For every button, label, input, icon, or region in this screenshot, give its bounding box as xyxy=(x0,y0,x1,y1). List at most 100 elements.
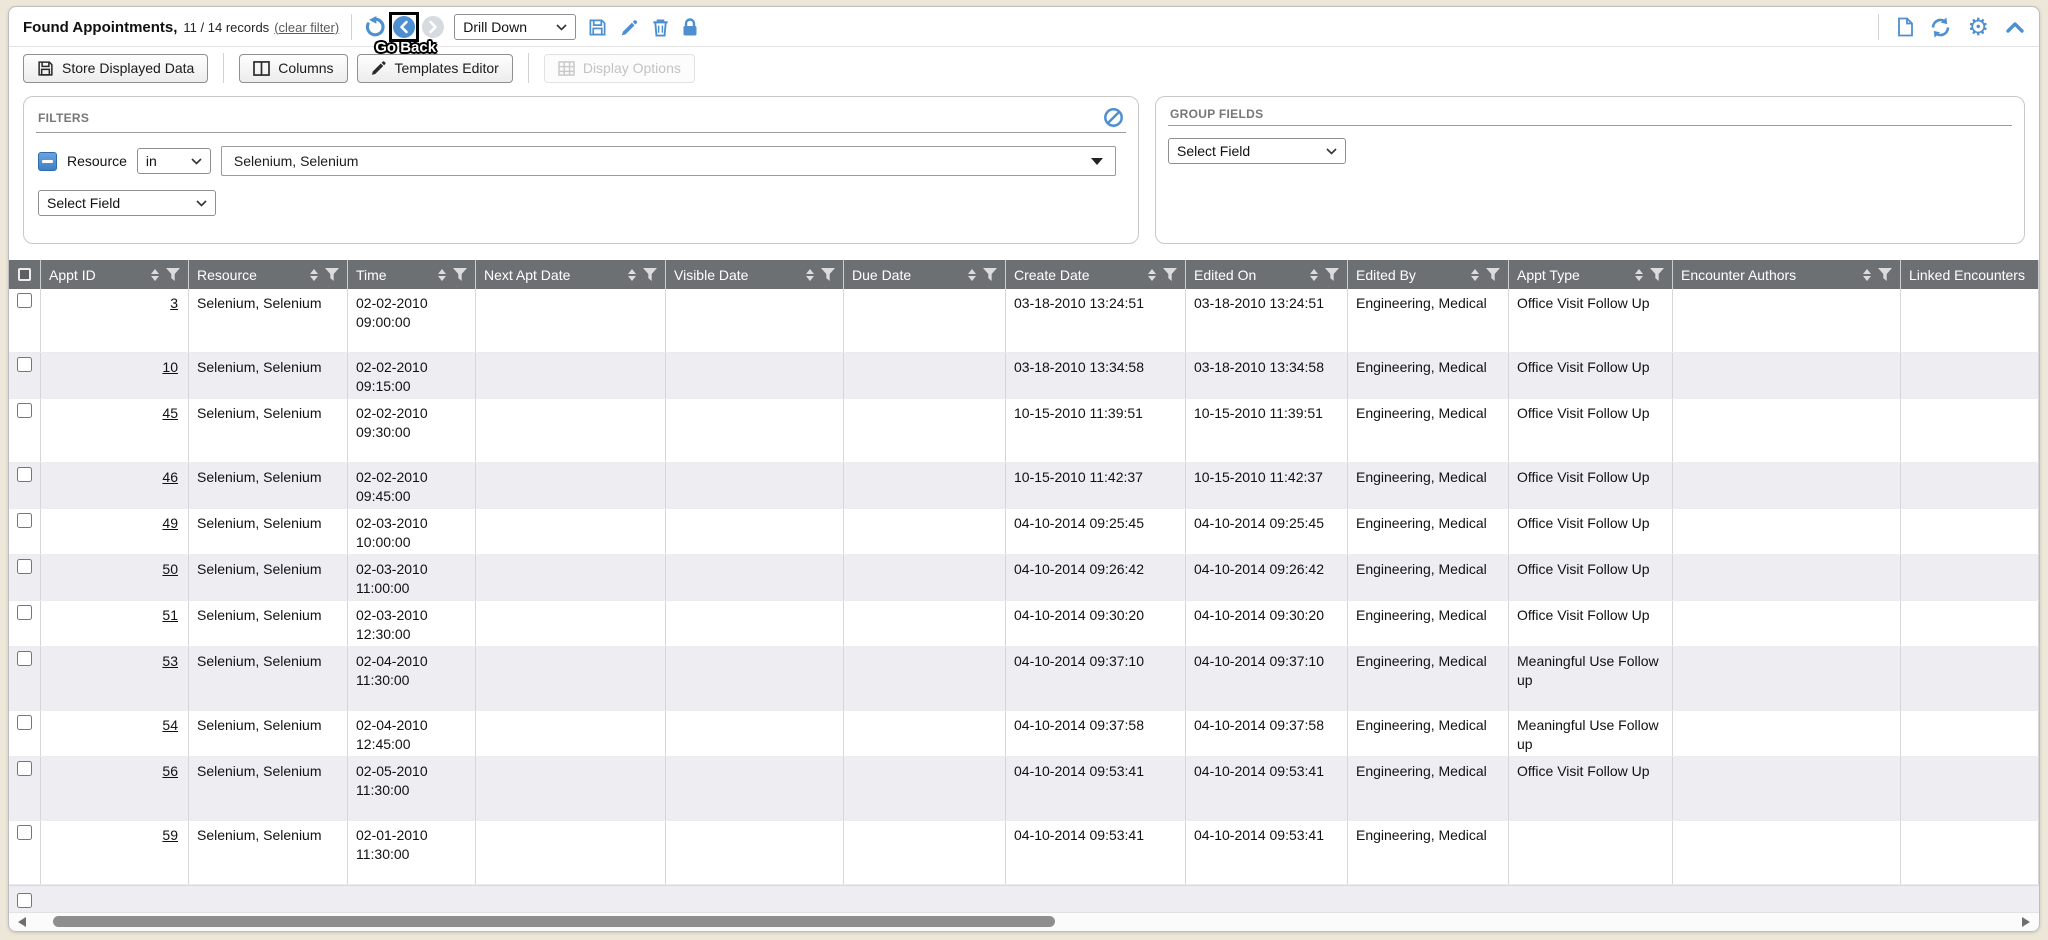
appt-id-link[interactable]: 56 xyxy=(162,763,178,779)
filter-funnel-icon[interactable] xyxy=(1878,268,1892,281)
horizontal-scrollbar[interactable] xyxy=(9,912,2039,931)
scroll-left-arrow[interactable] xyxy=(18,917,26,927)
appt-id-link[interactable]: 45 xyxy=(162,405,178,421)
column-header-label: Encounter Authors xyxy=(1681,267,1796,283)
sort-icon[interactable] xyxy=(1863,269,1871,281)
filter-funnel-icon[interactable] xyxy=(643,268,657,281)
select-all-checkbox[interactable] xyxy=(18,268,31,281)
column-header-appt_id[interactable]: Appt ID xyxy=(41,260,189,289)
undo-icon[interactable] xyxy=(364,16,386,38)
appt-id-link[interactable]: 50 xyxy=(162,561,178,577)
row-checkbox-cell xyxy=(9,601,41,646)
row-checkbox[interactable] xyxy=(17,559,32,574)
sort-icon[interactable] xyxy=(1148,269,1156,281)
row-checkbox[interactable] xyxy=(17,893,32,908)
appt-id-link[interactable]: 59 xyxy=(162,827,178,843)
row-checkbox[interactable] xyxy=(17,651,32,666)
row-checkbox[interactable] xyxy=(17,403,32,418)
sort-icon[interactable] xyxy=(1310,269,1318,281)
row-checkbox[interactable] xyxy=(17,715,32,730)
new-document-icon[interactable] xyxy=(1897,17,1914,37)
column-header-due_date[interactable]: Due Date xyxy=(844,260,1006,289)
filter-funnel-icon[interactable] xyxy=(821,268,835,281)
column-header-resource[interactable]: Resource xyxy=(189,260,348,289)
appt-id-link[interactable]: 3 xyxy=(170,295,178,311)
cell-resource: Selenium, Selenium xyxy=(189,757,348,820)
sort-icon[interactable] xyxy=(1471,269,1479,281)
scroll-thumb[interactable] xyxy=(53,916,1055,927)
select-all-checkbox-cell[interactable] xyxy=(9,260,41,289)
column-header-appt_type[interactable]: Appt Type xyxy=(1509,260,1673,289)
filter-funnel-icon[interactable] xyxy=(325,268,339,281)
edit-pencil-icon[interactable] xyxy=(620,18,639,37)
cell-next_apt_date xyxy=(476,353,666,398)
row-checkbox[interactable] xyxy=(17,761,32,776)
row-checkbox[interactable] xyxy=(17,605,32,620)
column-header-time[interactable]: Time xyxy=(348,260,476,289)
lock-icon[interactable] xyxy=(682,18,698,37)
appt-id-link[interactable]: 54 xyxy=(162,717,178,733)
sort-icon[interactable] xyxy=(310,269,318,281)
appt-id-link[interactable]: 46 xyxy=(162,469,178,485)
row-checkbox[interactable] xyxy=(17,513,32,528)
column-header-encounter_authors[interactable]: Encounter Authors xyxy=(1673,260,1901,289)
sort-icon[interactable] xyxy=(151,269,159,281)
filter-value-combo[interactable]: Selenium, Selenium xyxy=(221,146,1116,176)
cell-visible_date xyxy=(666,509,844,554)
cell-edited_by: Engineering, Medical xyxy=(1348,399,1509,462)
filter-funnel-icon[interactable] xyxy=(1325,268,1339,281)
scroll-right-arrow[interactable] xyxy=(2022,917,2030,927)
column-header-edited_on[interactable]: Edited On xyxy=(1186,260,1348,289)
row-checkbox[interactable] xyxy=(17,357,32,372)
column-header-create_date[interactable]: Create Date xyxy=(1006,260,1186,289)
columns-button[interactable]: Columns xyxy=(239,54,347,83)
templates-editor-button[interactable]: Templates Editor xyxy=(357,54,513,83)
remove-filter-button[interactable] xyxy=(38,152,57,171)
save-icon[interactable] xyxy=(588,18,607,37)
row-checkbox[interactable] xyxy=(17,293,32,308)
go-back-button[interactable] xyxy=(389,12,419,42)
filter-funnel-icon[interactable] xyxy=(453,268,467,281)
filter-funnel-icon[interactable] xyxy=(1650,268,1664,281)
appt-id-link[interactable]: 49 xyxy=(162,515,178,531)
cell-appt-id: 49 xyxy=(41,509,189,554)
delete-trash-icon[interactable] xyxy=(652,18,669,37)
cell-appt-id: 3 xyxy=(41,289,189,352)
column-header-next_apt_date[interactable]: Next Apt Date xyxy=(476,260,666,289)
sort-icon[interactable] xyxy=(968,269,976,281)
appt-id-link[interactable]: 53 xyxy=(162,653,178,669)
filter-operator-select[interactable]: in xyxy=(137,148,211,174)
filter-funnel-icon[interactable] xyxy=(983,268,997,281)
column-header-visible_date[interactable]: Visible Date xyxy=(666,260,844,289)
display-options-button[interactable]: Display Options xyxy=(544,54,695,83)
row-checkbox[interactable] xyxy=(17,467,32,482)
table-row: 51Selenium, Selenium02-03-2010 12:30:000… xyxy=(9,601,2039,647)
clear-filter-link[interactable]: (clear filter) xyxy=(274,20,339,35)
store-displayed-data-label: Store Displayed Data xyxy=(62,60,194,76)
sort-icon[interactable] xyxy=(1635,269,1643,281)
go-forward-button[interactable] xyxy=(422,16,444,38)
add-filter-field-select[interactable]: Select Field xyxy=(38,190,216,216)
cell-appt-id: 45 xyxy=(41,399,189,462)
drill-down-select[interactable]: Drill Down xyxy=(454,14,576,40)
filter-funnel-icon[interactable] xyxy=(166,268,180,281)
column-header-linked_encounters[interactable]: Linked Encounters xyxy=(1901,260,2039,289)
appt-id-link[interactable]: 10 xyxy=(162,359,178,375)
filter-funnel-icon[interactable] xyxy=(1486,268,1500,281)
refresh-icon[interactable] xyxy=(1930,17,1951,38)
group-fields-panel: GROUP FIELDS Select Field xyxy=(1155,96,2025,244)
column-header-edited_by[interactable]: Edited By xyxy=(1348,260,1509,289)
group-field-select[interactable]: Select Field xyxy=(1168,138,1346,164)
filter-funnel-icon[interactable] xyxy=(1163,268,1177,281)
panel-header: Found Appointments, 11 / 14 records (cle… xyxy=(9,7,2039,47)
appt-id-link[interactable]: 51 xyxy=(162,607,178,623)
sort-icon[interactable] xyxy=(806,269,814,281)
store-displayed-data-button[interactable]: Store Displayed Data xyxy=(23,54,208,83)
settings-gear-icon[interactable]: ⚙ xyxy=(1967,17,1989,37)
sort-icon[interactable] xyxy=(438,269,446,281)
collapse-chevron-up-icon[interactable] xyxy=(2005,20,2025,34)
sort-icon[interactable] xyxy=(628,269,636,281)
cell-next_apt_date xyxy=(476,601,666,646)
row-checkbox[interactable] xyxy=(17,825,32,840)
clear-filters-block-icon[interactable] xyxy=(1103,107,1124,128)
